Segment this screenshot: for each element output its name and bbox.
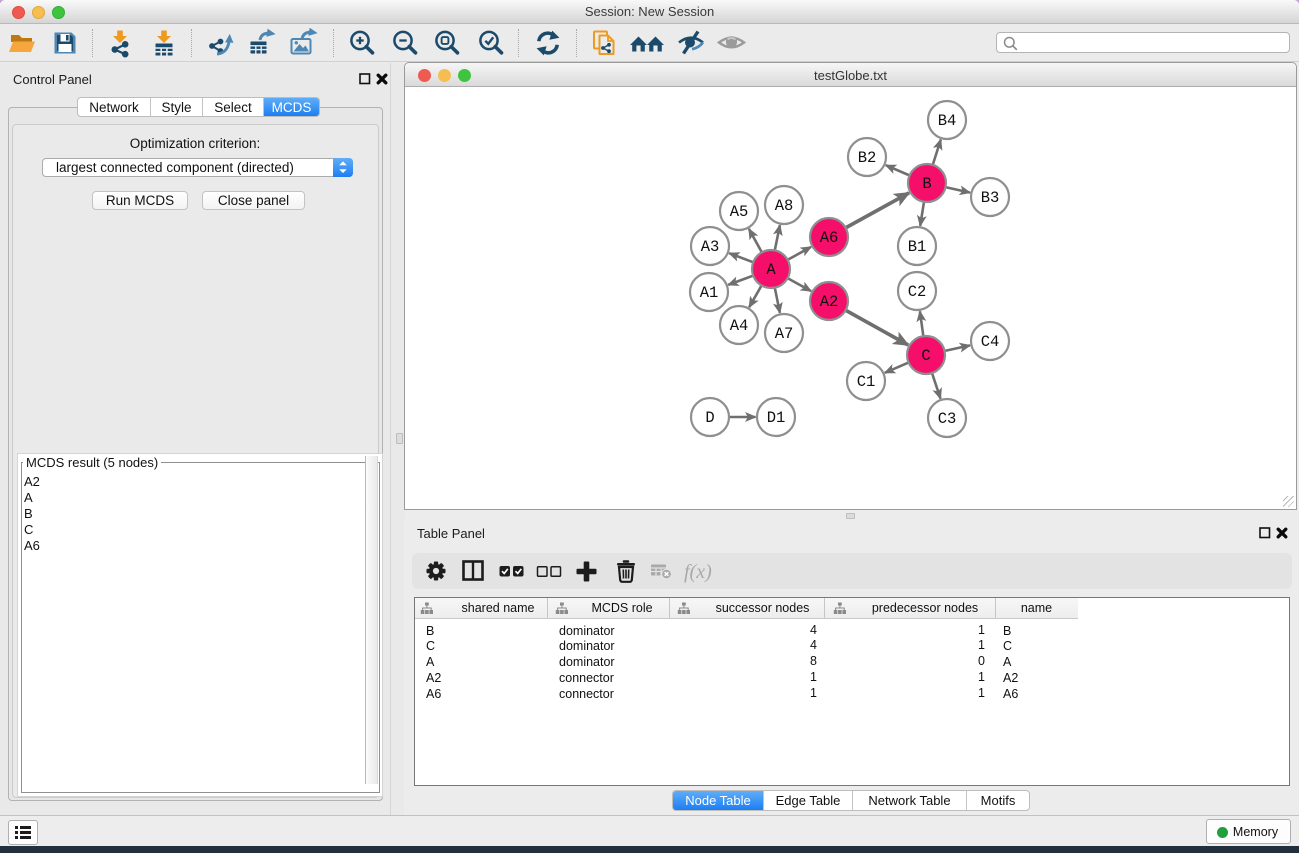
svg-text:A6: A6 <box>820 229 839 247</box>
svg-text:C1: C1 <box>857 373 876 391</box>
svg-text:B: B <box>922 175 931 193</box>
svg-text:A4: A4 <box>730 317 749 335</box>
svg-text:D: D <box>705 409 714 427</box>
svg-text:A8: A8 <box>775 197 794 215</box>
svg-text:A3: A3 <box>701 238 720 256</box>
svg-text:C: C <box>921 347 930 365</box>
svg-text:D1: D1 <box>767 409 786 427</box>
svg-text:A5: A5 <box>730 203 749 221</box>
svg-text:A7: A7 <box>775 325 794 343</box>
svg-text:B1: B1 <box>908 238 927 256</box>
svg-text:B3: B3 <box>981 189 1000 207</box>
svg-text:B4: B4 <box>938 112 957 130</box>
svg-text:A: A <box>766 261 776 279</box>
svg-text:B2: B2 <box>858 149 877 167</box>
svg-text:C2: C2 <box>908 283 927 301</box>
svg-text:C4: C4 <box>981 333 1000 351</box>
svg-text:C3: C3 <box>938 410 957 428</box>
svg-text:A2: A2 <box>820 293 839 311</box>
svg-text:A1: A1 <box>700 284 719 302</box>
